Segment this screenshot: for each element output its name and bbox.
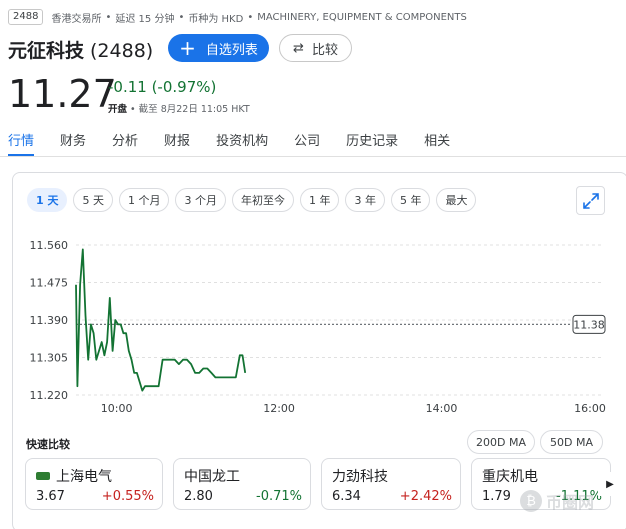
price-chart[interactable]: 11.560 11.475 11.390 11.305 11.220 10:00 12:00… <box>0 0 626 430</box>
compare-card-price: 3.67 <box>36 489 65 504</box>
ma-50d-button[interactable]: 50D MA <box>540 430 603 454</box>
x-tick-label: 14:00 <box>426 402 458 415</box>
company-logo-icon <box>36 472 50 480</box>
watermark: ₿ 币圈网 <box>520 488 626 514</box>
compare-card[interactable]: 中国龙工 2.80 -0.71% <box>173 458 311 510</box>
previous-close-label: 11.38 <box>573 318 605 331</box>
compare-card-change: +0.55% <box>101 489 154 504</box>
x-tick-label: 12:00 <box>263 402 295 415</box>
compare-card-name: 重庆机电 <box>482 469 538 485</box>
compare-card-change: -0.71% <box>256 489 302 504</box>
compare-card-name: 力劲科技 <box>332 469 388 485</box>
compare-card[interactable]: 力劲科技 6.34 +2.42% <box>321 458 461 510</box>
ma-200d-button[interactable]: 200D MA <box>467 430 535 454</box>
quick-compare-title: 快速比较 <box>26 438 70 451</box>
y-tick-label: 11.220 <box>30 389 69 402</box>
compare-card-price: 2.80 <box>184 489 213 504</box>
bitcoin-logo-icon: ₿ <box>520 490 542 512</box>
compare-card[interactable]: 上海电气 3.67 +0.55% <box>25 458 163 510</box>
x-tick-label: 16:00 <box>574 402 606 415</box>
compare-card-name: 上海电气 <box>36 466 112 486</box>
compare-card-name: 中国龙工 <box>184 469 240 485</box>
compare-card-change: +2.42% <box>399 489 452 504</box>
compare-card-price: 6.34 <box>332 489 361 504</box>
compare-card-price: 1.79 <box>482 489 511 504</box>
watermark-text: 币圈网 <box>546 493 595 512</box>
y-tick-label: 11.560 <box>30 239 69 252</box>
x-tick-label: 10:00 <box>101 402 133 415</box>
y-tick-label: 11.305 <box>30 352 69 365</box>
y-tick-label: 11.390 <box>30 314 69 327</box>
compare-card-name-text: 上海电气 <box>56 469 112 485</box>
y-tick-label: 11.475 <box>30 277 69 290</box>
